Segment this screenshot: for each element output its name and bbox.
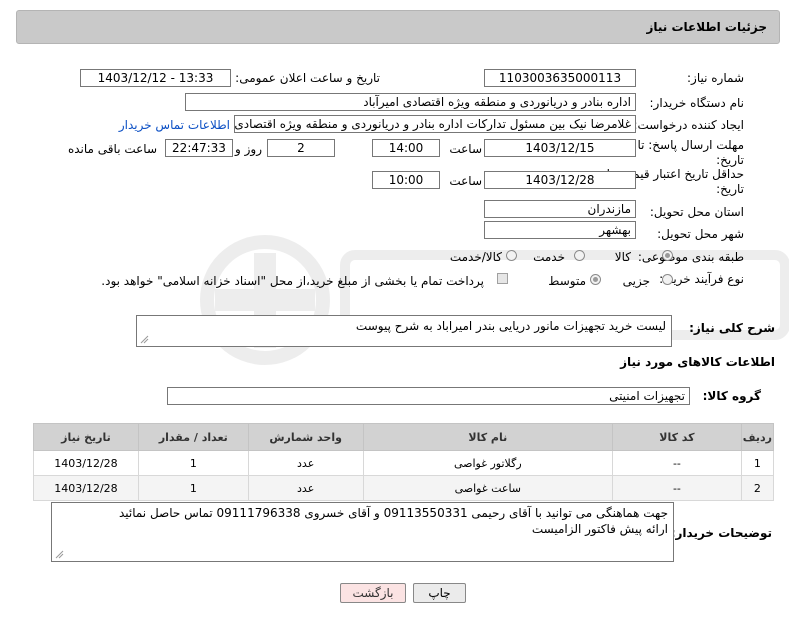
cell-date: 1403/12/28	[33, 475, 139, 501]
description-textarea: لیست خرید تجهیزات مانور دریایی بندر امیر…	[136, 315, 672, 347]
col-header-code: کد کالا	[612, 423, 742, 451]
goods-table: ردیف کد کالا نام کالا واحد شمارش تعداد /…	[33, 423, 775, 501]
cell-row-number: 2	[740, 475, 775, 501]
cell-unit: عدد	[247, 450, 364, 476]
requester-field: غلامرضا نیک بین مسئول تدارکات اداره بناد…	[234, 115, 636, 133]
cell-name: رگلاتور غواصی	[362, 450, 614, 476]
city-field: بهشهر	[484, 221, 636, 239]
reply-time-label: ساعت	[449, 142, 482, 156]
col-header-row: ردیف	[740, 423, 775, 451]
cell-row-number: 1	[740, 450, 775, 476]
table-header-row: ردیف کد کالا نام کالا واحد شمارش تعداد /…	[33, 423, 775, 451]
goods-section-title: اطلاعات کالاهای مورد نیاز	[620, 355, 775, 369]
province-field: مازندران	[484, 200, 636, 218]
remaining-time-label: ساعت باقی مانده	[67, 142, 157, 156]
category-service-radio[interactable]	[574, 250, 585, 261]
reply-deadline-label-2: تاریخ:	[716, 153, 744, 167]
city-label: شهر محل تحویل:	[657, 227, 744, 241]
cell-unit: عدد	[247, 475, 364, 501]
reply-deadline-label: مهلت ارسال پاسخ: تا	[637, 138, 744, 152]
description-label: شرح کلی نیاز:	[689, 321, 775, 335]
days-label: روز و	[235, 142, 262, 156]
goods-group-field: تجهیزات امنیتی	[167, 387, 690, 405]
table-row: 1 -- رگلاتور غواصی عدد 1 1403/12/28	[33, 450, 775, 476]
resize-grip-icon[interactable]	[140, 335, 149, 344]
province-label: استان محل تحویل:	[649, 205, 744, 219]
category-goods-radio[interactable]	[662, 250, 673, 261]
col-header-qty: تعداد / مقدار	[137, 423, 249, 451]
buyer-notes-label: توضیحات خریدار:	[670, 526, 772, 540]
announce-date-field: 1403/12/12 - 13:33	[80, 69, 231, 87]
reply-time-field: 14:00	[372, 139, 440, 157]
process-minor-radio[interactable]	[662, 274, 673, 285]
announce-date-label: تاریخ و ساعت اعلان عمومی:	[235, 71, 380, 85]
cell-code: --	[612, 450, 742, 476]
cell-qty: 1	[137, 450, 249, 476]
cell-code: --	[612, 475, 742, 501]
col-header-name: نام کالا	[362, 423, 614, 451]
cell-name: ساعت غواصی	[362, 475, 614, 501]
need-number-label: شماره نیاز:	[687, 71, 744, 85]
cell-qty: 1	[137, 475, 249, 501]
process-minor-label: جزیی	[622, 274, 650, 288]
validity-time-label: ساعت	[449, 174, 482, 188]
header-panel: جزئیات اطلاعات نیاز	[16, 10, 780, 44]
buyer-notes-line-2: ارائه پیش فاکتور الزامیست	[531, 522, 668, 536]
col-header-unit: واحد شمارش	[247, 423, 364, 451]
category-goods-service-label: کالا/خدمت	[449, 250, 502, 264]
treasury-note: پرداخت تمام یا بخشی از مبلغ خرید،از محل …	[101, 274, 484, 288]
process-medium-radio[interactable]	[590, 274, 601, 285]
page-title: جزئیات اطلاعات نیاز	[646, 20, 767, 34]
category-service-label: خدمت	[533, 250, 565, 264]
remaining-time-field: 22:47:33	[165, 139, 233, 157]
treasury-checkbox[interactable]	[497, 273, 508, 284]
need-number-field: 1103003635000113	[484, 69, 636, 87]
description-text: لیست خرید تجهیزات مانور دریایی بندر امیر…	[355, 319, 666, 333]
print-button[interactable]: چاپ	[413, 583, 466, 603]
cell-date: 1403/12/28	[33, 450, 139, 476]
remaining-days-field: 2	[267, 139, 335, 157]
goods-group-label: گروه کالا:	[702, 389, 761, 403]
table-row: 2 -- ساعت غواصی عدد 1 1403/12/28	[33, 475, 775, 501]
validity-time-field: 10:00	[372, 171, 440, 189]
validity-label-2: تاریخ:	[716, 182, 744, 196]
category-goods-label: کالا	[614, 250, 631, 264]
requester-label: ایجاد کننده درخواست:	[633, 118, 744, 132]
col-header-date: تاریخ نیاز	[33, 423, 139, 451]
process-medium-label: متوسط	[548, 274, 586, 288]
buyer-org-field: اداره بنادر و دریانوردی و منطقه ویژه اقت…	[185, 93, 636, 111]
buyer-notes-line-1: جهت هماهنگی می توانید با آقای رحیمی 0911…	[118, 506, 668, 520]
reply-date-field: 1403/12/15	[484, 139, 636, 157]
category-label: طبقه بندی موضوعی:	[637, 250, 744, 264]
buyer-org-label: نام دستگاه خریدار:	[649, 96, 745, 110]
back-button[interactable]: بازگشت	[340, 583, 406, 603]
buyer-notes-textarea: جهت هماهنگی می توانید با آقای رحیمی 0911…	[51, 502, 674, 562]
category-goods-service-radio[interactable]	[506, 250, 517, 261]
validity-date-field: 1403/12/28	[484, 171, 636, 189]
buyer-contact-link[interactable]: اطلاعات تماس خریدار	[119, 118, 230, 132]
resize-grip-icon[interactable]	[55, 550, 64, 559]
